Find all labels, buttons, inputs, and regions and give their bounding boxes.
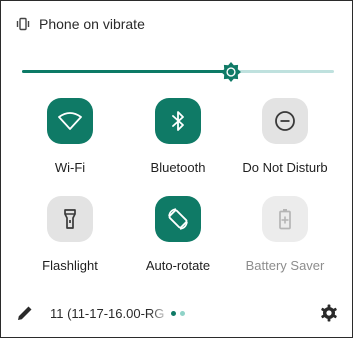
brightness-fill (22, 70, 231, 73)
vibrate-icon (16, 17, 30, 31)
tile-bluetooth[interactable]: Bluetooth (128, 98, 228, 194)
do-not-disturb-icon (275, 111, 295, 131)
page-indicator-active (171, 311, 176, 316)
brightness-slider[interactable] (22, 62, 334, 82)
auto-rotate-toggle[interactable] (155, 196, 201, 242)
tile-auto-rotate[interactable]: Auto-rotate (128, 196, 228, 292)
do-not-disturb-label: Do Not Disturb (242, 160, 328, 175)
wifi-toggle[interactable] (47, 98, 93, 144)
brightness-icon[interactable] (221, 62, 241, 82)
build-number[interactable]: 11 (11-17-16.00-RG-U (50, 306, 165, 321)
page-indicator-inactive (180, 311, 185, 316)
battery-saver-toggle (262, 196, 308, 242)
build-number-fade (150, 304, 170, 322)
tile-battery-saver: Battery Saver (235, 196, 335, 292)
wifi-icon (58, 112, 82, 130)
bluetooth-label: Bluetooth (150, 160, 206, 175)
flashlight-toggle[interactable] (47, 196, 93, 242)
tile-do-not-disturb[interactable]: Do Not Disturb (235, 98, 335, 194)
tile-wifi[interactable]: Wi-Fi (20, 98, 120, 194)
wifi-label: Wi-Fi (54, 160, 86, 175)
flashlight-icon (64, 209, 76, 229)
bluetooth-toggle[interactable] (155, 98, 201, 144)
do-not-disturb-toggle[interactable] (262, 98, 308, 144)
tile-flashlight[interactable]: Flashlight (20, 196, 120, 292)
ringer-status-label: Phone on vibrate (39, 16, 145, 32)
flashlight-label: Flashlight (42, 258, 98, 273)
bluetooth-icon (172, 111, 184, 131)
gear-icon[interactable] (320, 304, 338, 322)
battery-saver-label: Battery Saver (245, 258, 325, 273)
auto-rotate-icon (168, 208, 188, 230)
auto-rotate-label: Auto-rotate (145, 258, 211, 273)
battery-saver-icon (279, 209, 291, 230)
ringer-status[interactable]: Phone on vibrate (16, 14, 145, 34)
footer-bar: 11 (11-17-16.00-RG-U (0, 300, 353, 328)
pencil-icon[interactable] (16, 304, 34, 322)
